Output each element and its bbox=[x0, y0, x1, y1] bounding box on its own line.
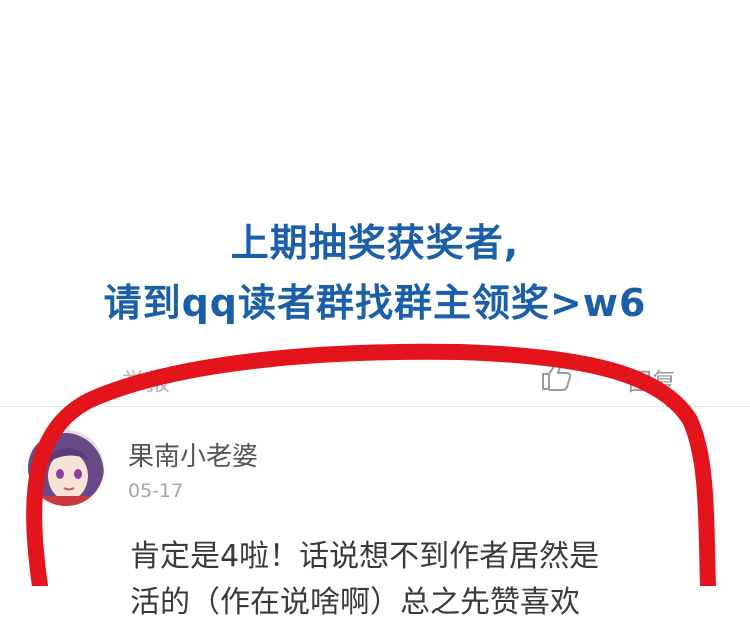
announcement-line-2: 请到qq读者群找群主领奖>w6 bbox=[103, 281, 647, 325]
avatar-illustration bbox=[28, 430, 104, 506]
comment-text-line-2: 活的（作在说啥啊）总之先赞喜欢 bbox=[130, 585, 580, 620]
announcement-line-1: 上期抽奖获奖者, bbox=[230, 221, 520, 265]
divider bbox=[0, 406, 750, 407]
report-link[interactable]: 举报 bbox=[122, 362, 170, 397]
comment-username[interactable]: 果南小老婆 bbox=[128, 436, 258, 473]
comment-action-row: 举报 回复 bbox=[0, 360, 750, 400]
comment-text-line-1: 肯定是4啦！话说想不到作者居然是 bbox=[130, 539, 600, 574]
thumbs-up-icon[interactable] bbox=[540, 360, 574, 392]
reply-link[interactable]: 回复 bbox=[628, 362, 676, 397]
comment-date: 05-17 bbox=[128, 480, 184, 502]
avatar[interactable] bbox=[28, 430, 104, 506]
